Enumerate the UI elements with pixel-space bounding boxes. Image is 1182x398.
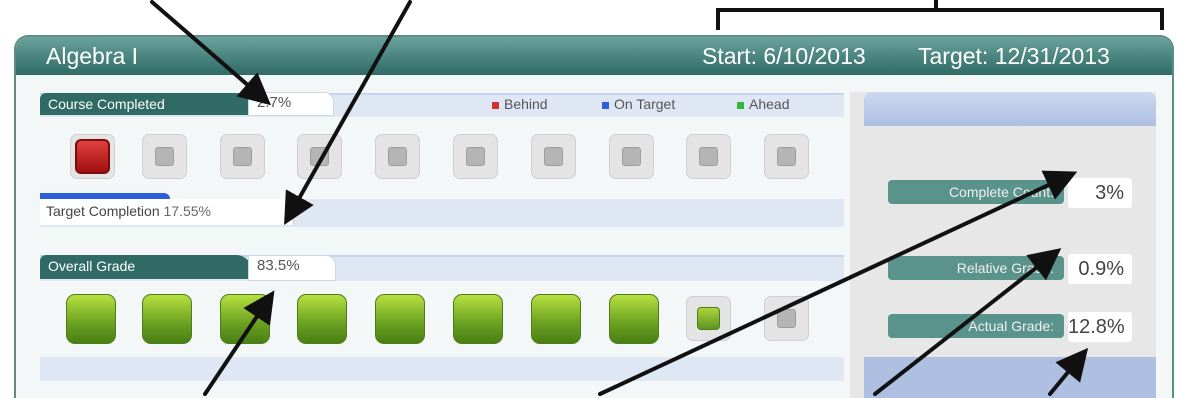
annotation-arrows <box>150 0 1089 396</box>
